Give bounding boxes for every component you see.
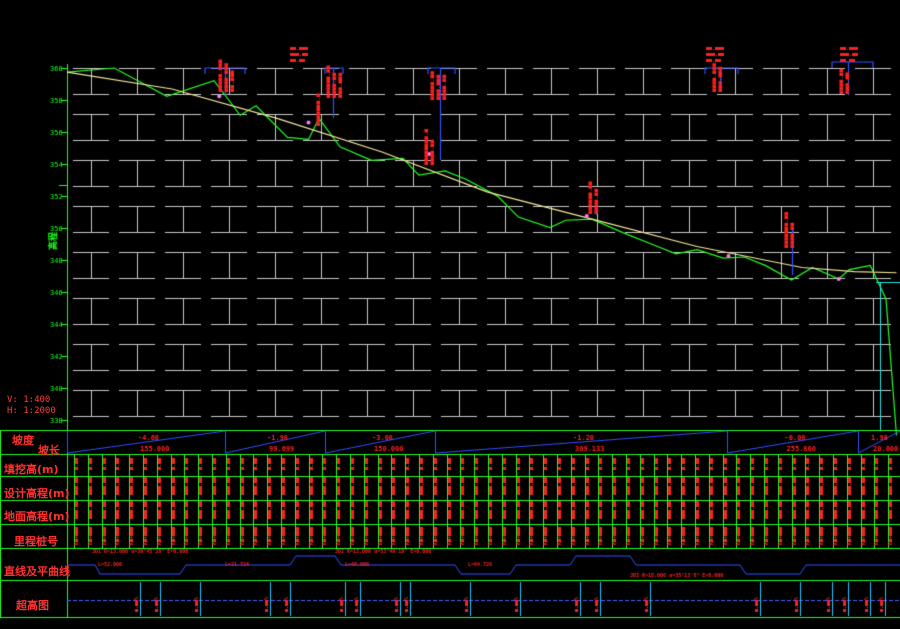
row-label-fill-cut: 填挖高(m) <box>4 463 59 476</box>
horizontal-scale-label: H: 1:2000 <box>7 406 56 416</box>
row-label-superelevation: 超高图 <box>16 599 49 612</box>
row-label-stake: 里程桩号 <box>14 535 58 548</box>
row-label-alignment: 直线及平曲线 <box>4 565 70 578</box>
vertical-scale-label: V: 1:400 <box>7 395 51 405</box>
profile-drawing-canvas <box>0 0 900 629</box>
row-label-slope: 坡度 <box>12 434 34 447</box>
row-label-length: 坡长 <box>38 444 60 457</box>
row-label-design-elevation: 设计高程(m) <box>4 487 70 500</box>
row-label-ground-elevation: 地面高程(m) <box>4 510 70 523</box>
